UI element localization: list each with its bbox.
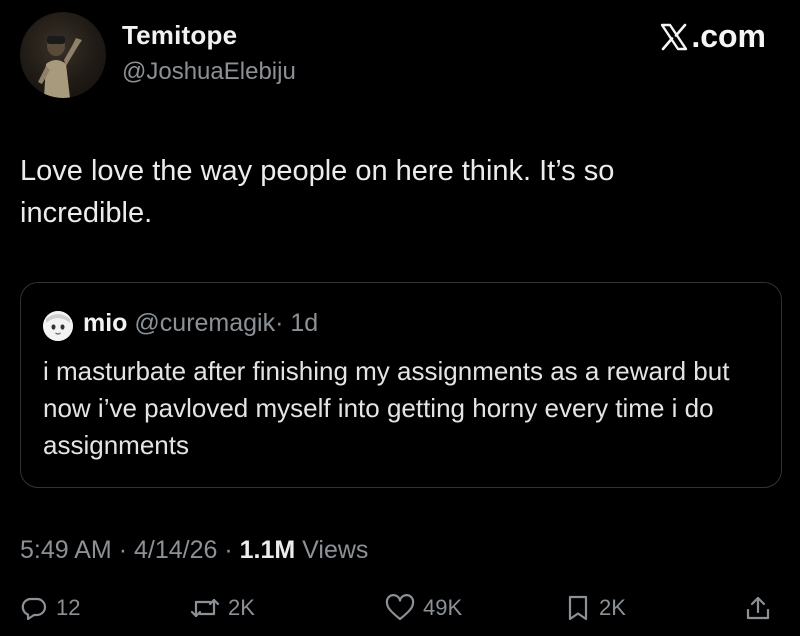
bookmark-count: 2K (599, 595, 626, 620)
author-display-name[interactable]: Temitope (122, 20, 237, 51)
views-count: 1.1M (239, 536, 296, 564)
meta-separator: · (118, 536, 128, 564)
reply-button[interactable]: 12 (20, 594, 80, 622)
share-icon (746, 596, 770, 620)
quote-header: mio @curemagik· 1d (83, 309, 318, 338)
bookmark-button[interactable]: 2K (565, 594, 626, 622)
site-logo: .com (659, 18, 766, 55)
repost-icon (190, 598, 220, 618)
tweet-text: Love love the way people on here think. … (20, 155, 615, 229)
reply-icon (21, 597, 47, 621)
views-label: Views (302, 536, 369, 564)
x-logo-icon (661, 23, 688, 50)
person-saluting-icon (38, 36, 82, 98)
share-button[interactable] (744, 594, 772, 622)
site-logo-text: .com (691, 18, 766, 54)
quote-separator: · (275, 309, 284, 337)
author-avatar[interactable] (20, 12, 106, 98)
quoted-tweet[interactable]: mio @curemagik· 1d i masturbate after fi… (20, 282, 782, 488)
quote-author-handle[interactable]: @curemagik (134, 309, 275, 337)
quote-avatar[interactable] (43, 311, 73, 341)
heart-icon (385, 594, 415, 621)
tweet-time[interactable]: 5:49 AM (20, 536, 112, 564)
action-bar: 12 2K 49K 2K (0, 592, 800, 636)
quote-timestamp[interactable]: 1d (290, 309, 318, 337)
author-handle[interactable]: @JoshuaElebiju (122, 58, 296, 86)
repost-count: 2K (228, 595, 255, 620)
tweet-card: Temitope @JoshuaElebiju .com Love love t… (0, 0, 800, 636)
tweet-date[interactable]: 4/14/26 (134, 536, 217, 564)
repost-button[interactable]: 2K (190, 594, 255, 622)
anime-face-icon (43, 311, 73, 341)
quote-text: i masturbate after finishing my assignme… (43, 356, 730, 460)
quote-author-name[interactable]: mio (83, 309, 127, 337)
reply-count: 12 (56, 595, 81, 620)
bookmark-icon (568, 595, 588, 621)
tweet-meta: 5:49 AM · 4/14/26 · 1.1M Views (20, 536, 368, 565)
meta-separator: · (224, 536, 233, 564)
like-button[interactable]: 49K (385, 594, 462, 622)
like-count: 49K (423, 595, 463, 620)
